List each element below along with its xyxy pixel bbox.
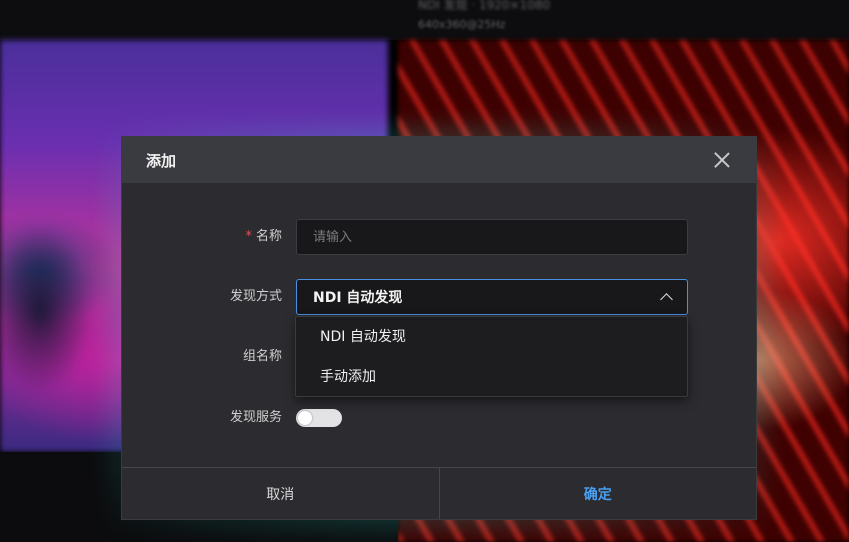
- background-video-shadow: [0, 190, 120, 430]
- discovery-mode-select[interactable]: NDI 自动发现: [296, 279, 688, 315]
- dropdown-option-ndi-auto[interactable]: NDI 自动发现: [296, 317, 687, 357]
- form-row-name: * 名称: [122, 219, 758, 255]
- close-icon[interactable]: [712, 150, 732, 170]
- name-input[interactable]: [296, 219, 688, 255]
- discovery-mode-dropdown: NDI 自动发现 手动添加: [295, 316, 688, 397]
- discovery-service-toggle[interactable]: [296, 409, 342, 427]
- confirm-button[interactable]: 确定: [440, 468, 757, 519]
- dialog-header: 添加: [122, 137, 756, 183]
- discovery-mode-selected-value: NDI 自动发现: [313, 290, 403, 306]
- cancel-button[interactable]: 取消: [122, 468, 440, 519]
- discovery-service-label: 发现服务: [229, 410, 282, 425]
- form-row-discovery-mode: 发现方式 NDI 自动发现: [122, 279, 758, 315]
- background-stream-resolution: 640x360@25Hz: [418, 18, 506, 31]
- background-top-strip: NDI 发现 · 1920×1080 640x360@25Hz: [0, 0, 849, 40]
- name-label: * 名称: [122, 219, 282, 255]
- dialog-title: 添加: [146, 151, 177, 170]
- form-row-discovery-service: 发现服务: [122, 400, 758, 436]
- group-name-label: 组名称: [242, 349, 282, 364]
- discovery-mode-label: 发现方式: [229, 289, 282, 304]
- screen: NDI 发现 · 1920×1080 640x360@25Hz 添加 *名称 发…: [0, 0, 849, 542]
- dropdown-option-manual[interactable]: 手动添加: [296, 357, 687, 397]
- dialog-footer: 取消 确定: [122, 467, 756, 519]
- chevron-up-icon: [660, 293, 673, 306]
- required-mark: *: [245, 229, 252, 244]
- background-stream-title: NDI 发现 · 1920×1080: [418, 0, 551, 12]
- toggle-knob: [298, 411, 312, 425]
- name-label-text: 名称: [255, 229, 282, 244]
